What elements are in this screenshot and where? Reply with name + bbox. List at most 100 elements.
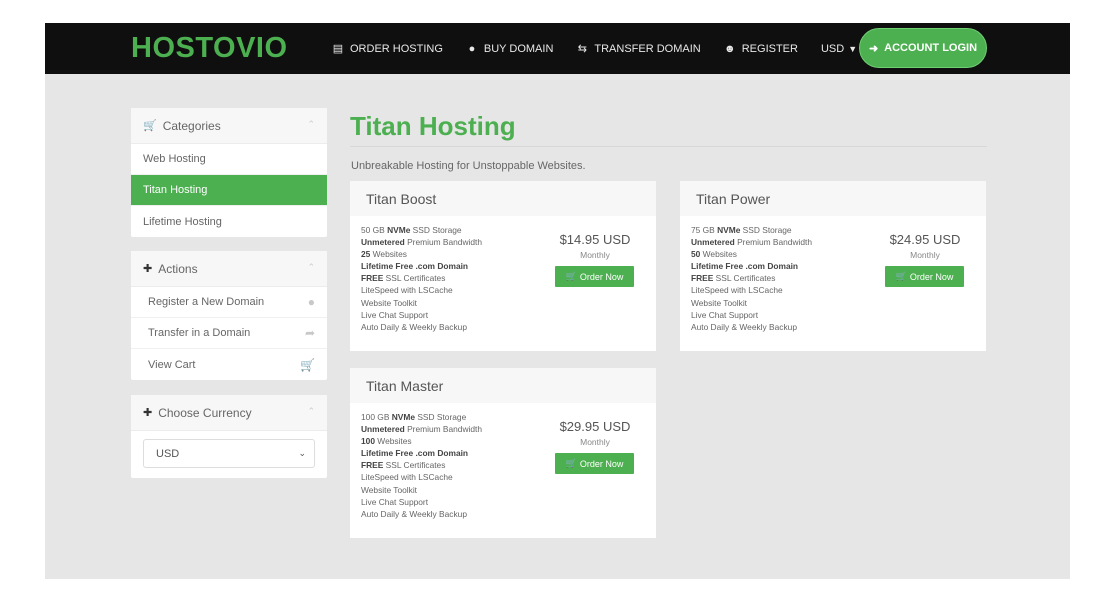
action-register-domain-label: Register a New Domain — [148, 296, 265, 308]
feature-item: Auto Daily & Weekly Backup — [691, 321, 797, 332]
brand-logo[interactable]: HOSTOVIO — [131, 33, 288, 63]
feature-list: 75 GB NVMe SSD Storage Unmetered Premium… — [691, 224, 812, 333]
feature-item: Auto Daily & Weekly Backup — [361, 321, 467, 332]
cart-icon: 🛒 — [895, 271, 907, 281]
order-now-button[interactable]: 🛒 Order Now — [555, 266, 634, 287]
feature-item: 75 GB NVMe SSD Storage — [691, 225, 792, 235]
product-card-titan-power: Titan Power 75 GB NVMe SSD Storage Unmet… — [680, 181, 986, 351]
cart-icon: 🛒 — [565, 458, 577, 468]
product-price: $29.95 USD — [559, 419, 631, 434]
feature-item: FREE SSL Certificates — [691, 273, 776, 284]
feature-item: LiteSpeed with LSCache — [361, 472, 453, 483]
feature-item: Website Toolkit — [691, 297, 748, 308]
nav-order-hosting-label: ORDER HOSTING — [350, 42, 443, 55]
nav-buy-domain[interactable]: ● BUY DOMAIN — [466, 42, 554, 55]
feature-item: Lifetime Free .com Domain — [691, 261, 799, 272]
feature-item: LiteSpeed with LSCache — [361, 285, 453, 296]
order-now-button[interactable]: 🛒 Order Now — [885, 266, 964, 287]
feature-item: 50 GB NVMe SSD Storage — [361, 225, 462, 235]
product-card-titan-master: Titan Master 100 GB NVMe SSD Storage Unm… — [350, 368, 656, 538]
billing-cycle: Monthly — [580, 250, 610, 260]
order-now-label: Order Now — [579, 458, 624, 469]
sidebar-item-lifetime-hosting[interactable]: Lifetime Hosting — [131, 206, 327, 237]
action-view-cart[interactable]: View Cart 🛒 — [131, 349, 327, 380]
feature-list: 100 GB NVMe SSD Storage Unmetered Premiu… — [361, 411, 482, 520]
sidebar-item-web-hosting[interactable]: Web Hosting — [131, 144, 327, 175]
currency-header[interactable]: ✚ Choose Currency ⌃ — [131, 395, 327, 431]
page-title: Titan Hosting — [350, 111, 516, 141]
feature-item: 100 Websites — [361, 436, 412, 447]
product-price: $24.95 USD — [889, 232, 961, 247]
plus-icon: ✚ — [143, 263, 153, 275]
feature-item: LiteSpeed with LSCache — [691, 285, 783, 296]
top-navbar: HOSTOVIO ▤ ORDER HOSTING ● BUY DOMAIN ⇆ … — [45, 23, 1070, 74]
order-now-label: Order Now — [909, 271, 954, 282]
server-icon: ▤ — [332, 43, 344, 55]
order-now-label: Order Now — [579, 271, 624, 282]
main-nav: ▤ ORDER HOSTING ● BUY DOMAIN ⇆ TRANSFER … — [332, 23, 880, 74]
nav-transfer-domain-label: TRANSFER DOMAIN — [594, 42, 701, 55]
feature-item: FREE SSL Certificates — [361, 273, 446, 284]
chevron-down-icon: ⌄ — [298, 448, 306, 458]
nav-transfer-domain[interactable]: ⇆ TRANSFER DOMAIN — [576, 42, 701, 56]
feature-item: FREE SSL Certificates — [361, 460, 446, 471]
currency-select[interactable]: USD ⌄ — [143, 439, 315, 468]
actions-panel: ✚ Actions ⌃ Register a New Domain ● Tran… — [131, 251, 327, 380]
feature-item: 25 Websites — [361, 249, 407, 260]
feature-item: Lifetime Free .com Domain — [361, 448, 469, 459]
nav-order-hosting[interactable]: ▤ ORDER HOSTING — [332, 42, 443, 56]
account-login-button[interactable]: ➜ ACCOUNT LOGIN — [859, 28, 987, 68]
feature-item: Unmetered Premium Bandwidth — [691, 237, 813, 248]
currency-panel: ✚ Choose Currency ⌃ USD ⌄ — [131, 395, 327, 478]
feature-item: 50 Websites — [691, 249, 737, 260]
user-plus-icon: ☻ — [723, 42, 736, 55]
feature-item: Website Toolkit — [361, 484, 418, 495]
feature-item: 100 GB NVMe SSD Storage — [361, 412, 467, 422]
feature-list: 50 GB NVMe SSD Storage Unmetered Premium… — [361, 224, 482, 333]
currency-selected-value: USD — [156, 447, 180, 460]
product-name: Titan Master — [350, 368, 656, 403]
feature-item: Website Toolkit — [361, 297, 418, 308]
sign-in-icon: ➜ — [868, 42, 879, 55]
globe-icon: ● — [468, 42, 476, 55]
cart-icon: 🛒 — [300, 357, 315, 372]
nav-register-label: REGISTER — [741, 42, 798, 55]
chevron-up-icon: ⌃ — [307, 262, 315, 272]
billing-cycle: Monthly — [910, 250, 940, 260]
categories-panel: 🛒 Categories ⌃ Web Hosting Titan Hosting… — [131, 108, 327, 237]
caret-down-icon: ▼ — [848, 43, 858, 54]
feature-item: Live Chat Support — [361, 309, 429, 320]
feature-item: Live Chat Support — [361, 496, 429, 507]
feature-item: Live Chat Support — [691, 309, 759, 320]
nav-currency-dropdown[interactable]: USD ▼ — [821, 43, 857, 55]
nav-currency-label: USD — [820, 42, 845, 55]
title-divider — [350, 146, 987, 147]
product-name: Titan Boost — [350, 181, 656, 216]
sidebar-item-titan-hosting[interactable]: Titan Hosting — [131, 175, 327, 206]
chevron-up-icon: ⌃ — [307, 119, 315, 129]
globe-icon: ● — [307, 295, 315, 309]
actions-title: Actions — [158, 261, 198, 276]
product-card-titan-boost: Titan Boost 50 GB NVMe SSD Storage Unmet… — [350, 181, 656, 351]
feature-item: Unmetered Premium Bandwidth — [361, 424, 483, 435]
actions-header[interactable]: ✚ Actions ⌃ — [131, 251, 327, 287]
nav-register[interactable]: ☻ REGISTER — [724, 43, 798, 55]
nav-buy-domain-label: BUY DOMAIN — [483, 42, 554, 55]
chevron-up-icon: ⌃ — [307, 406, 315, 416]
action-transfer-domain[interactable]: Transfer in a Domain ➦ — [131, 318, 327, 349]
plus-icon: ✚ — [143, 407, 153, 419]
order-now-button[interactable]: 🛒 Order Now — [555, 453, 634, 474]
categories-title: Categories — [162, 118, 221, 133]
currency-title: Choose Currency — [158, 405, 252, 420]
billing-cycle: Monthly — [580, 437, 610, 447]
action-transfer-domain-label: Transfer in a Domain — [148, 327, 251, 339]
action-register-domain[interactable]: Register a New Domain ● — [131, 287, 327, 318]
transfer-icon: ⇆ — [577, 43, 587, 55]
product-name: Titan Power — [680, 181, 986, 216]
cart-icon: 🛒 — [565, 271, 577, 281]
categories-header[interactable]: 🛒 Categories ⌃ — [131, 108, 327, 144]
cart-icon: 🛒 — [143, 120, 157, 132]
action-view-cart-label: View Cart — [148, 358, 196, 371]
account-login-label: ACCOUNT LOGIN — [884, 42, 978, 54]
feature-item: Lifetime Free .com Domain — [361, 261, 469, 272]
